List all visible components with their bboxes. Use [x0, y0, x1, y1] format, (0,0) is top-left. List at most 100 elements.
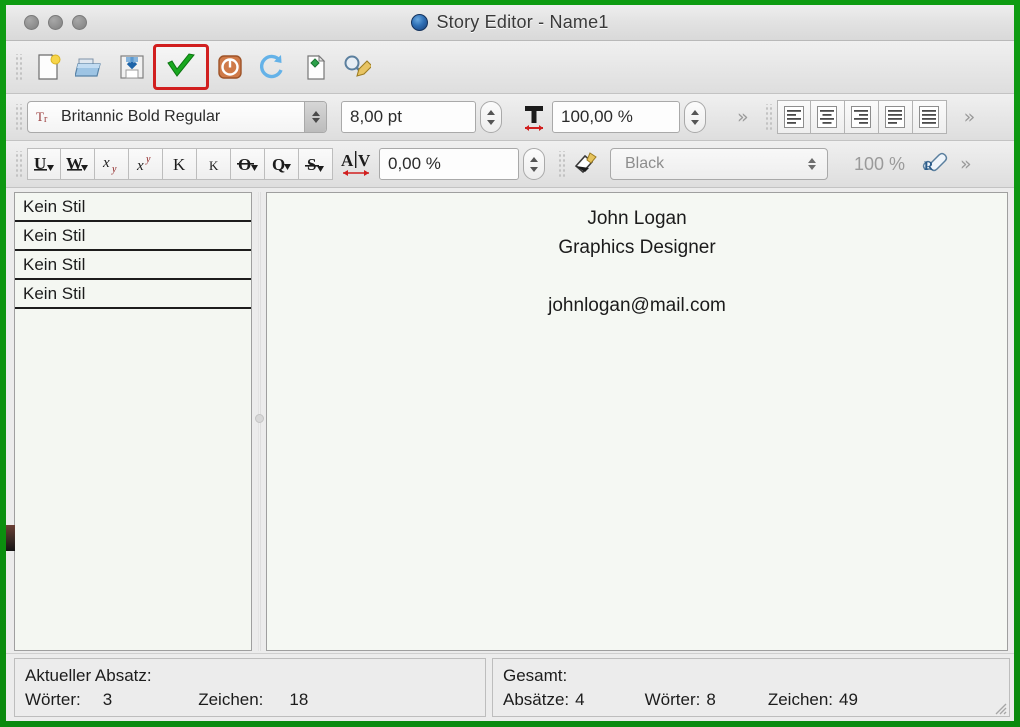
style-row-label: Kein Stil [23, 255, 85, 275]
current-paragraph-heading: Aktueller Absatz: [25, 666, 477, 686]
total-words-label: Wörter: [645, 690, 701, 710]
paragraph-style-icon[interactable]: R [917, 150, 951, 178]
pane-splitter[interactable] [252, 192, 266, 651]
align-center-button[interactable] [811, 100, 845, 134]
svg-text:T: T [36, 109, 44, 124]
style-row-label: Kein Stil [23, 226, 85, 246]
maximize-button[interactable] [72, 15, 87, 30]
story-editor-window: Story Editor - Name1 [6, 5, 1014, 721]
text-color-combo[interactable]: Black [610, 148, 828, 180]
superscript-button[interactable]: xy [129, 148, 163, 180]
window-title: Story Editor - Name1 [436, 12, 608, 33]
total-stats: Gesamt: Absätze: 4 Wörter: 8 Zeichen: 49 [492, 658, 1010, 717]
font-size-stepper[interactable] [480, 101, 502, 133]
font-family-combo[interactable]: T r Britannic Bold Regular [27, 101, 327, 133]
text-fill-color-icon [570, 150, 610, 178]
alignment-toolbar-drag-handle[interactable] [764, 104, 773, 130]
svg-text:y: y [145, 154, 151, 165]
load-from-file-button[interactable] [69, 46, 111, 88]
save-to-file-button[interactable] [111, 46, 153, 88]
resize-grip[interactable] [992, 700, 1008, 716]
style-toolbar: U W xy xy K K O [6, 141, 1014, 188]
kerning-av-icon: A V [333, 149, 379, 179]
svg-text:Q: Q [272, 155, 285, 174]
text-scale-height-icon [516, 103, 552, 131]
font-family-dropdown-arrow[interactable] [304, 102, 326, 132]
total-chars-label: Zeichen: [768, 690, 833, 710]
outer-green-frame: Story Editor - Name1 [0, 0, 1020, 727]
current-chars-value: 18 [289, 690, 308, 710]
text-shade-value: 100 % [828, 154, 917, 175]
text-color-dropdown-arrow[interactable] [805, 149, 827, 179]
style-button-group: U W xy xy K K O [27, 148, 333, 180]
total-heading: Gesamt: [503, 666, 1001, 686]
all-caps-button[interactable]: K [163, 148, 197, 180]
color-toolbar-drag-handle[interactable] [557, 151, 566, 177]
main-toolbar [6, 41, 1014, 94]
svg-text:y: y [111, 164, 117, 175]
align-justify-button[interactable] [879, 100, 913, 134]
text-line: John Logan [267, 204, 1007, 233]
align-forced-justify-button[interactable] [913, 100, 947, 134]
small-caps-button[interactable]: K [197, 148, 231, 180]
scribus-app-icon [411, 14, 428, 31]
status-bar: Aktueller Absatz: Wörter: 3 Zeichen: 18 … [6, 653, 1014, 721]
svg-text:A: A [341, 151, 354, 170]
alignment-toolbar-overflow-chevron[interactable]: » [955, 108, 985, 127]
new-document-button[interactable] [27, 46, 69, 88]
search-replace-button[interactable] [335, 46, 377, 88]
svg-text:K: K [209, 158, 219, 173]
current-paragraph-stats: Aktueller Absatz: Wörter: 3 Zeichen: 18 [14, 658, 486, 717]
kerning-stepper[interactable] [523, 148, 545, 180]
close-button[interactable] [24, 15, 39, 30]
svg-text:R: R [924, 158, 934, 173]
character-toolbar-overflow-chevron[interactable]: » [728, 108, 758, 127]
shadow-button[interactable]: Q [265, 148, 299, 180]
total-counts: Absätze: 4 Wörter: 8 Zeichen: 49 [503, 690, 1001, 710]
underline-words-button[interactable]: W [61, 148, 95, 180]
total-paragraphs-label: Absätze: [503, 690, 569, 710]
style-row-label: Kein Stil [23, 197, 85, 217]
character-toolbar-drag-handle[interactable] [14, 104, 23, 130]
splitter-handle[interactable] [255, 414, 264, 423]
reload-text-button[interactable] [251, 46, 293, 88]
strikethrough-button[interactable]: S [299, 148, 333, 180]
subscript-button[interactable]: xy [95, 148, 129, 180]
style-toolbar-drag-handle[interactable] [14, 151, 23, 177]
current-words-value: 3 [103, 690, 112, 710]
svg-text:V: V [358, 151, 371, 170]
font-scale-stepper[interactable] [684, 101, 706, 133]
svg-text:r: r [44, 114, 48, 125]
insert-special-character-button[interactable] [293, 46, 335, 88]
svg-text:x: x [102, 155, 110, 171]
story-text-content: John Logan Graphics Designer johnlogan@m… [267, 193, 1007, 320]
align-right-button[interactable] [845, 100, 879, 134]
align-left-button[interactable] [777, 100, 811, 134]
kerning-field[interactable]: 0,00 % [379, 148, 519, 180]
underline-button[interactable]: U [27, 148, 61, 180]
list-item[interactable]: Kein Stil [15, 222, 251, 251]
font-size-field[interactable]: 8,00 pt [341, 101, 476, 133]
paragraph-styles-list[interactable]: Kein Stil Kein Stil Kein Stil Kein Stil [14, 192, 252, 651]
editor-body: Kein Stil Kein Stil Kein Stil Kein Stil … [6, 188, 1014, 653]
toolbar-drag-handle[interactable] [14, 54, 23, 80]
svg-text:x: x [136, 158, 144, 174]
text-line: johnlogan@mail.com [267, 291, 1007, 320]
font-scale-field[interactable]: 100,00 % [552, 101, 680, 133]
total-paragraphs-value: 4 [575, 690, 584, 710]
text-line-blank [267, 262, 1007, 291]
font-family-value: Britannic Bold Regular [53, 108, 228, 126]
minimize-button[interactable] [48, 15, 63, 30]
text-line: Graphics Designer [267, 233, 1007, 262]
outline-button[interactable]: O [231, 148, 265, 180]
window-controls [24, 15, 87, 30]
story-text-area[interactable]: John Logan Graphics Designer johnlogan@m… [266, 192, 1008, 651]
exit-without-update-button[interactable] [209, 46, 251, 88]
list-item[interactable]: Kein Stil [15, 280, 251, 309]
style-toolbar-overflow-chevron[interactable]: » [951, 155, 981, 174]
character-toolbar: T r Britannic Bold Regular 8,00 pt [6, 94, 1014, 141]
update-text-frame-button[interactable] [153, 44, 209, 90]
list-item[interactable]: Kein Stil [15, 193, 251, 222]
list-item[interactable]: Kein Stil [15, 251, 251, 280]
title-bar: Story Editor - Name1 [6, 5, 1014, 41]
